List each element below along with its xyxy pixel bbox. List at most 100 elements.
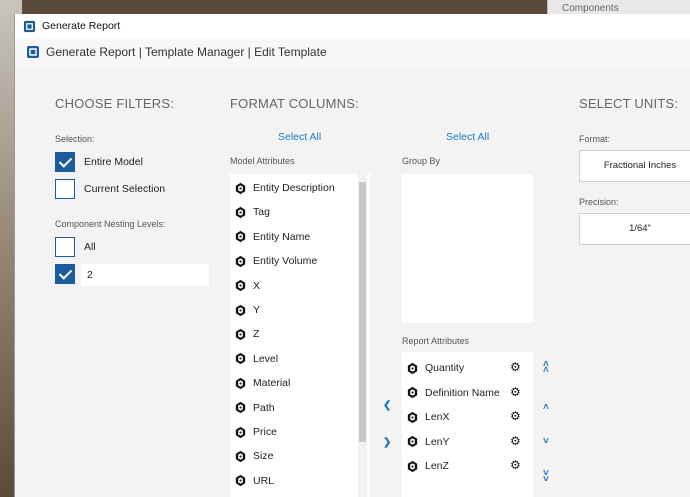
sketchup-component-icon xyxy=(234,450,247,463)
model-attribute-item[interactable]: Material xyxy=(230,371,290,395)
selection-label: Selection: xyxy=(55,134,95,144)
move-top-icon[interactable]: ˄ ˄ xyxy=(543,360,549,376)
report-attribute-item[interactable]: LenZ ⚙ xyxy=(402,454,533,478)
select-units-heading: SELECT UNITS: xyxy=(579,96,679,111)
entire-model-checkbox[interactable] xyxy=(55,152,75,172)
sketchup-component-icon xyxy=(234,377,247,390)
model-attribute-item[interactable]: Entity Name xyxy=(230,225,310,249)
model-attribute-item[interactable]: Level xyxy=(230,347,278,371)
gear-icon[interactable]: ⚙ xyxy=(510,385,521,399)
model-attributes-label: Model Attributes xyxy=(230,156,295,166)
format-columns-heading: FORMAT COLUMNS: xyxy=(230,96,359,111)
move-bottom-icon[interactable]: ˅ ˅ xyxy=(543,469,549,485)
gear-icon[interactable]: ⚙ xyxy=(510,458,521,472)
model-attribute-item[interactable]: X xyxy=(230,274,260,298)
move-down-icon[interactable]: ˅ xyxy=(543,436,549,447)
sketchup-component-icon xyxy=(234,230,247,243)
report-attribute-label: Definition Name xyxy=(425,386,500,399)
scrollbar-thumb[interactable] xyxy=(359,182,366,442)
model-attribute-label: Z xyxy=(253,328,260,341)
model-attribute-label: Material xyxy=(253,377,291,390)
model-attribute-item[interactable]: Size xyxy=(230,444,273,468)
gear-icon[interactable]: ⚙ xyxy=(510,409,521,423)
model-attribute-label: X xyxy=(253,279,261,292)
model-attribute-label: Entity Volume xyxy=(253,255,318,268)
model-attribute-item[interactable]: Price xyxy=(230,420,277,444)
gear-icon[interactable]: ⚙ xyxy=(510,360,521,374)
breadcrumb-bar: Generate Report | Template Manager | Edi… xyxy=(15,38,690,66)
sketchup-component-icon xyxy=(406,386,419,399)
model-attribute-item[interactable]: URL xyxy=(230,469,274,493)
move-right-icon[interactable]: ❯ xyxy=(383,437,391,448)
model-attribute-item[interactable]: Tag xyxy=(230,200,270,224)
generate-report-window: Generate Report Generate Report | Templa… xyxy=(14,14,690,497)
sketchup-component-icon xyxy=(234,401,247,414)
report-attribute-item[interactable]: Quantity ⚙ xyxy=(402,356,533,380)
group-by-label: Group By xyxy=(402,156,441,166)
group-by-list[interactable] xyxy=(402,174,533,323)
sketchup-component-icon xyxy=(406,411,419,424)
report-attribute-label: LenX xyxy=(425,411,450,423)
model-attribute-item[interactable]: Y xyxy=(230,298,260,322)
precision-label: Precision: xyxy=(579,197,619,207)
sketchup-logo-icon xyxy=(23,20,36,32)
sketchup-component-icon xyxy=(234,328,247,341)
sketchup-component-icon xyxy=(234,426,247,439)
background-components-panel: Components xyxy=(547,0,690,14)
current-selection-checkbox[interactable] xyxy=(55,179,75,199)
current-selection-label: Current Selection xyxy=(84,183,166,195)
model-attribute-item[interactable]: Path xyxy=(230,396,275,420)
model-attribute-label: URL xyxy=(253,474,275,487)
sketchup-component-icon xyxy=(406,460,419,473)
move-left-icon[interactable]: ❮ xyxy=(383,400,391,411)
model-attribute-label: Entity Description xyxy=(253,182,335,194)
report-attribute-item[interactable]: Definition Name ⚙ xyxy=(402,381,533,405)
format-label: Format: xyxy=(579,134,611,144)
report-attribute-label: Quantity xyxy=(425,362,465,374)
report-attributes-list[interactable]: Quantity ⚙ Definition Name ⚙ LenX ⚙ LenY ⚙ LenZ ⚙ xyxy=(402,352,533,497)
edit-template-content: CHOOSE FILTERS: Selection: Entire Model … xyxy=(15,66,690,497)
entire-model-label: Entire Model xyxy=(84,156,143,168)
move-up-icon[interactable]: ˄ xyxy=(543,402,549,413)
model-attribute-label: Price xyxy=(253,426,277,438)
select-all-report-link[interactable]: Select All xyxy=(446,131,489,143)
format-dropdown[interactable]: Fractional Inches xyxy=(579,150,690,182)
model-attribute-item[interactable]: Z xyxy=(230,322,259,346)
select-all-model-link[interactable]: Select All xyxy=(278,131,321,143)
breadcrumb: Generate Report | Template Manager | Edi… xyxy=(46,45,327,59)
model-attribute-item[interactable]: Entity Volume xyxy=(230,249,317,273)
nesting-levels-label: Component Nesting Levels: xyxy=(55,219,166,229)
choose-filters-heading: CHOOSE FILTERS: xyxy=(55,96,175,111)
nesting-all-label: All xyxy=(84,241,96,253)
model-attribute-label: Level xyxy=(253,352,279,365)
nesting-level-input[interactable]: 2 xyxy=(81,264,209,286)
report-attribute-label: LenZ xyxy=(425,460,449,472)
model-attributes-list[interactable]: Entity Description Tag Entity Name Entity V… xyxy=(230,174,370,497)
window-title: Generate Report xyxy=(42,20,121,32)
gear-icon[interactable]: ⚙ xyxy=(510,434,521,448)
sketchup-component-icon xyxy=(234,279,247,292)
components-panel-label: Components xyxy=(562,3,619,14)
sketchup-component-icon xyxy=(234,352,247,365)
sketchup-component-icon xyxy=(234,474,247,487)
report-attribute-item[interactable]: LenY ⚙ xyxy=(402,430,533,454)
title-bar[interactable]: Generate Report xyxy=(15,14,690,38)
nesting-level-checkbox[interactable] xyxy=(55,264,75,284)
sketchup-logo-icon xyxy=(27,46,39,58)
sketchup-component-icon xyxy=(406,362,419,375)
model-attribute-label: Size xyxy=(253,450,274,463)
model-attribute-label: Y xyxy=(253,304,261,316)
report-attributes-label: Report Attributes xyxy=(402,336,470,346)
model-attribute-label: Entity Name xyxy=(253,230,311,243)
sketchup-component-icon xyxy=(234,182,247,195)
model-attributes-scrollbar[interactable] xyxy=(358,174,367,497)
model-attribute-label: Path xyxy=(253,401,275,414)
precision-dropdown[interactable]: 1/64" xyxy=(579,213,690,245)
nesting-all-checkbox[interactable] xyxy=(55,237,75,257)
model-attribute-item[interactable]: Entity Description xyxy=(230,176,335,200)
sketchup-component-icon xyxy=(406,435,419,448)
sketchup-component-icon xyxy=(234,255,247,268)
nesting-level-value: 2 xyxy=(87,269,93,281)
sketchup-component-icon xyxy=(234,304,247,317)
report-attribute-item[interactable]: LenX ⚙ xyxy=(402,405,533,429)
